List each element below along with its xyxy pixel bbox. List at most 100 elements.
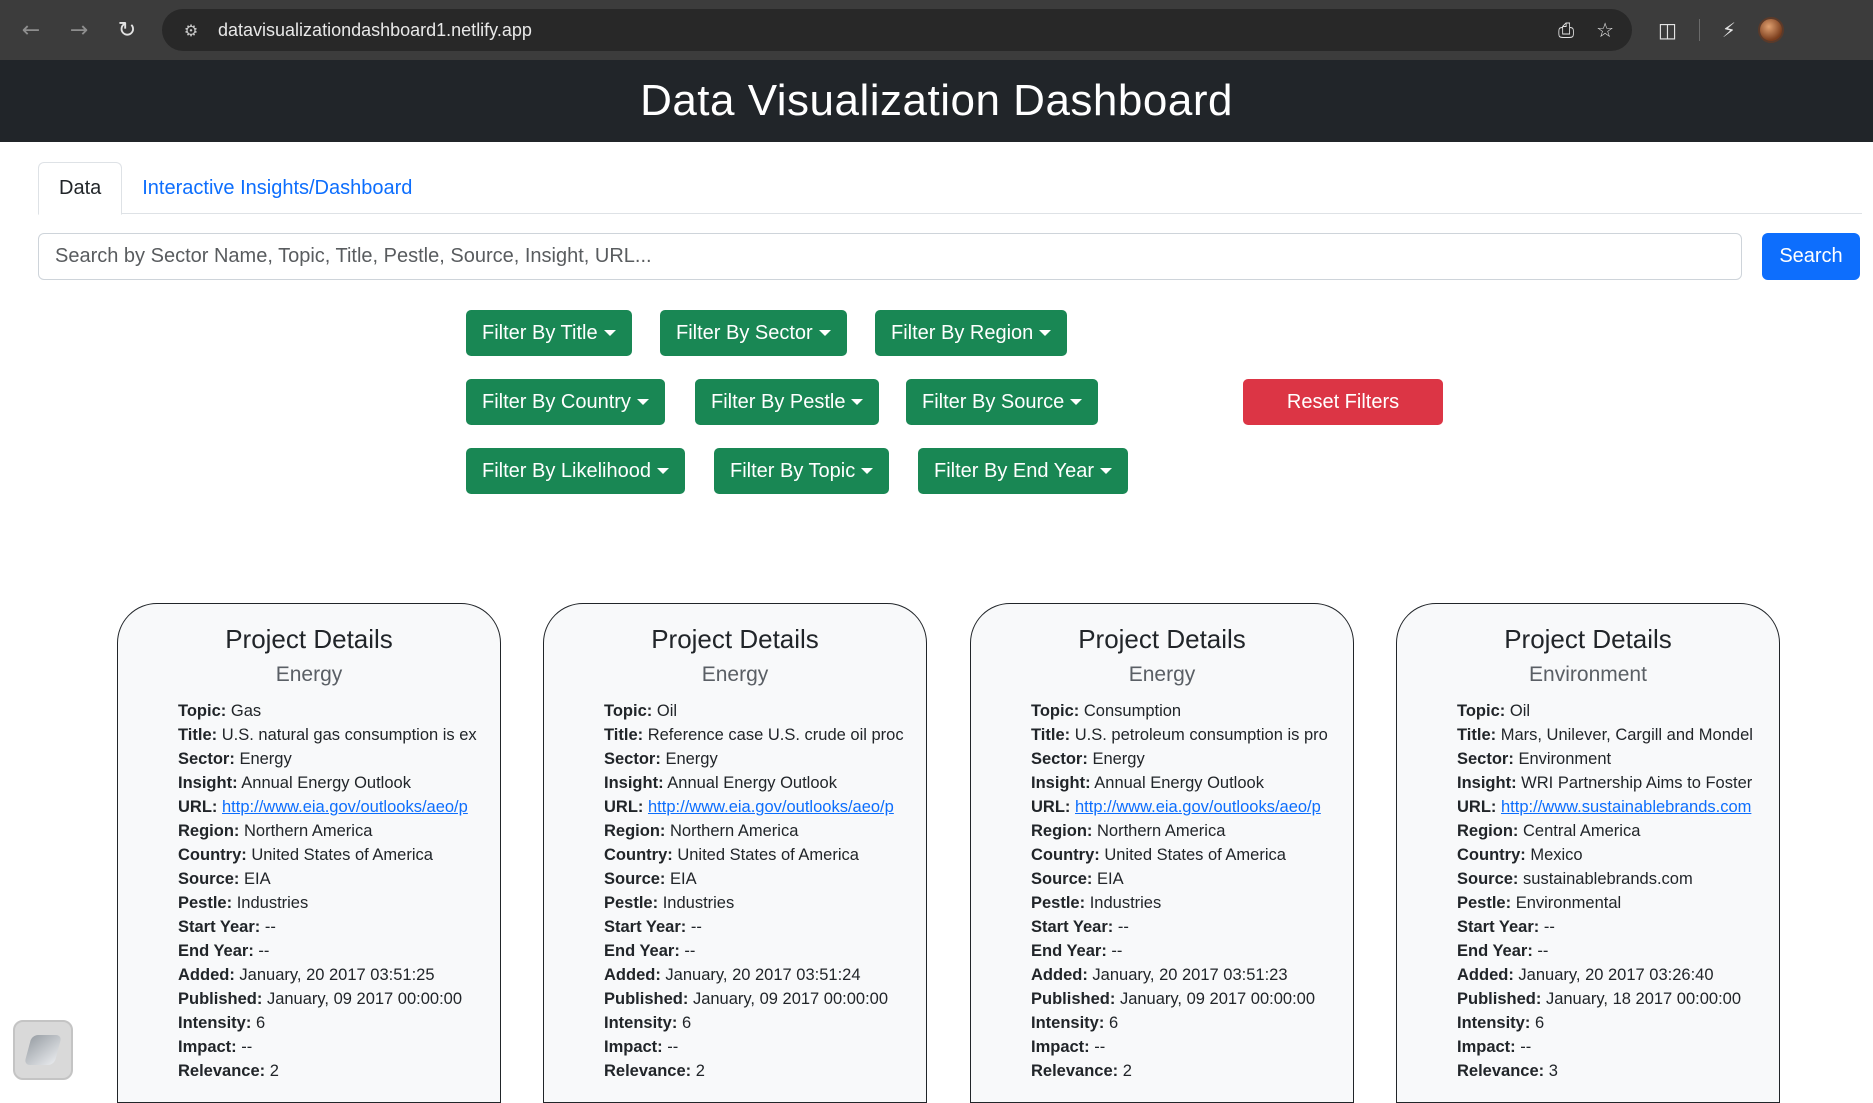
detail-value: -- [667, 1038, 679, 1056]
detail-url-link[interactable]: http://www.eia.gov/outlooks/aeo/p [648, 798, 894, 816]
detail-label: End Year: [1457, 942, 1533, 960]
detail-value: -- [1094, 1038, 1106, 1056]
url-text[interactable]: datavisualizationdashboard1.netlify.app [218, 20, 1558, 41]
filter-end-year-dropdown[interactable]: Filter By End Year [918, 448, 1129, 494]
detail-topic: Topic: Consumption [1031, 699, 1335, 723]
detail-label: Sector: [178, 750, 235, 768]
reload-icon[interactable]: ↻ [114, 18, 140, 43]
detail-value: -- [1117, 918, 1129, 936]
detail-value: January, 20 2017 03:51:25 [239, 966, 435, 984]
detail-label: Intensity: [178, 1014, 252, 1032]
back-icon[interactable]: ← [18, 18, 44, 43]
detail-label: Sector: [1457, 750, 1514, 768]
floating-assistant-button[interactable] [13, 1020, 73, 1080]
performance-icon[interactable]: ⚡ [1722, 18, 1736, 42]
detail-value: 2 [695, 1062, 705, 1080]
filter-title-dropdown[interactable]: Filter By Title [466, 310, 632, 356]
detail-value: Oil [1509, 702, 1531, 720]
detail-value: Gas [230, 702, 262, 720]
detail-label: Region: [1031, 822, 1093, 840]
filter-sector-dropdown[interactable]: Filter By Sector [660, 310, 847, 356]
detail-value: U.S. natural gas consumption is ex [221, 726, 477, 744]
detail-value: January, 09 2017 00:00:00 [692, 990, 889, 1008]
caret-down-icon [861, 468, 874, 474]
search-input[interactable] [38, 233, 1742, 280]
detail-value: U.S. petroleum consumption is pro [1074, 726, 1328, 744]
detail-value: -- [1520, 1038, 1532, 1056]
filter-region-dropdown[interactable]: Filter By Region [875, 310, 1068, 356]
detail-label: URL: [604, 798, 644, 816]
detail-url: URL: http://www.eia.gov/outlooks/aeo/p [604, 795, 908, 819]
detail-value: Central America [1523, 822, 1641, 840]
caret-down-icon [1070, 399, 1083, 405]
detail-url-link[interactable]: http://www.eia.gov/outlooks/aeo/p [222, 798, 468, 816]
detail-label: Start Year: [1457, 918, 1540, 936]
detail-insight: Insight: Annual Energy Outlook [178, 771, 482, 795]
detail-url: URL: http://www.sustainablebrands.com [1457, 795, 1761, 819]
detail-impact: Impact: -- [604, 1035, 908, 1059]
detail-value: January, 20 2017 03:26:40 [1518, 966, 1714, 984]
detail-value: Energy [1092, 750, 1145, 768]
reset-filters-button[interactable]: Reset Filters [1243, 379, 1443, 425]
detail-value: Environmental [1515, 894, 1622, 912]
tab-interactive-insights[interactable]: Interactive Insights/Dashboard [122, 162, 432, 214]
detail-value: Northern America [670, 822, 799, 840]
detail-impact: Impact: -- [1031, 1035, 1335, 1059]
detail-value: 2 [269, 1062, 279, 1080]
detail-start-year: Start Year: -- [178, 915, 482, 939]
detail-insight: Insight: Annual Energy Outlook [1031, 771, 1335, 795]
detail-url-link[interactable]: http://www.eia.gov/outlooks/aeo/p [1075, 798, 1321, 816]
detail-label: Title: [604, 726, 644, 744]
filter-title-label: Filter By Title [482, 321, 598, 344]
detail-value: Industries [236, 894, 309, 912]
detail-start-year: Start Year: -- [1457, 915, 1761, 939]
detail-value: Oil [656, 702, 678, 720]
filter-country-dropdown[interactable]: Filter By Country [466, 379, 665, 425]
profile-avatar[interactable] [1757, 17, 1784, 43]
detail-title: Title: Reference case U.S. crude oil pro… [604, 723, 908, 747]
detail-value: January, 09 2017 00:00:00 [266, 990, 463, 1008]
detail-country: Country: Mexico [1457, 843, 1761, 867]
detail-label: Added: [178, 966, 235, 984]
filter-topic-dropdown[interactable]: Filter By Topic [714, 448, 890, 494]
detail-label: Region: [178, 822, 240, 840]
detail-label: Source: [604, 870, 666, 888]
tab-data[interactable]: Data [38, 162, 123, 215]
bookmark-star-icon[interactable]: ☆ [1596, 18, 1614, 42]
detail-label: URL: [178, 798, 218, 816]
address-bar[interactable]: ⚙ datavisualizationdashboard1.netlify.ap… [162, 9, 1632, 51]
install-app-icon[interactable]: ⎙ [1558, 18, 1574, 42]
filter-source-dropdown[interactable]: Filter By Source [906, 379, 1099, 425]
detail-label: Insight: [1031, 774, 1091, 792]
detail-region: Region: Central America [1457, 819, 1761, 843]
filter-source-label: Filter By Source [922, 390, 1065, 413]
detail-sector: Sector: Energy [604, 747, 908, 771]
detail-url-link[interactable]: http://www.sustainablebrands.com [1501, 798, 1751, 816]
filter-country-label: Filter By Country [482, 390, 631, 413]
detail-label: Added: [1031, 966, 1088, 984]
detail-value: Mexico [1530, 846, 1583, 864]
extensions-icon[interactable]: ◫ [1658, 18, 1677, 42]
detail-url: URL: http://www.eia.gov/outlooks/aeo/p [178, 795, 482, 819]
filter-pestle-dropdown[interactable]: Filter By Pestle [695, 379, 880, 425]
forward-icon[interactable]: → [66, 18, 92, 43]
detail-value: EIA [244, 870, 271, 888]
detail-intensity: Intensity: 6 [604, 1011, 908, 1035]
detail-value: Energy [665, 750, 718, 768]
card-detail-list: Topic: OilTitle: Reference case U.S. cru… [544, 699, 926, 1083]
filter-likelihood-dropdown[interactable]: Filter By Likelihood [466, 448, 685, 494]
project-card: Project DetailsEnvironmentTopic: OilTitl… [1396, 603, 1780, 1103]
toolbar-divider [1698, 19, 1700, 41]
detail-impact: Impact: -- [1457, 1035, 1761, 1059]
detail-country: Country: United States of America [178, 843, 482, 867]
detail-intensity: Intensity: 6 [178, 1011, 482, 1035]
site-info-icon[interactable]: ⚙ [180, 19, 202, 41]
search-button[interactable]: Search [1762, 233, 1860, 280]
detail-value: -- [690, 918, 702, 936]
detail-label: Source: [1031, 870, 1093, 888]
detail-value: Industries [662, 894, 735, 912]
detail-added: Added: January, 20 2017 03:51:24 [604, 963, 908, 987]
detail-topic: Topic: Oil [1457, 699, 1761, 723]
detail-value: Reference case U.S. crude oil proc [647, 726, 904, 744]
detail-label: Country: [1457, 846, 1526, 864]
